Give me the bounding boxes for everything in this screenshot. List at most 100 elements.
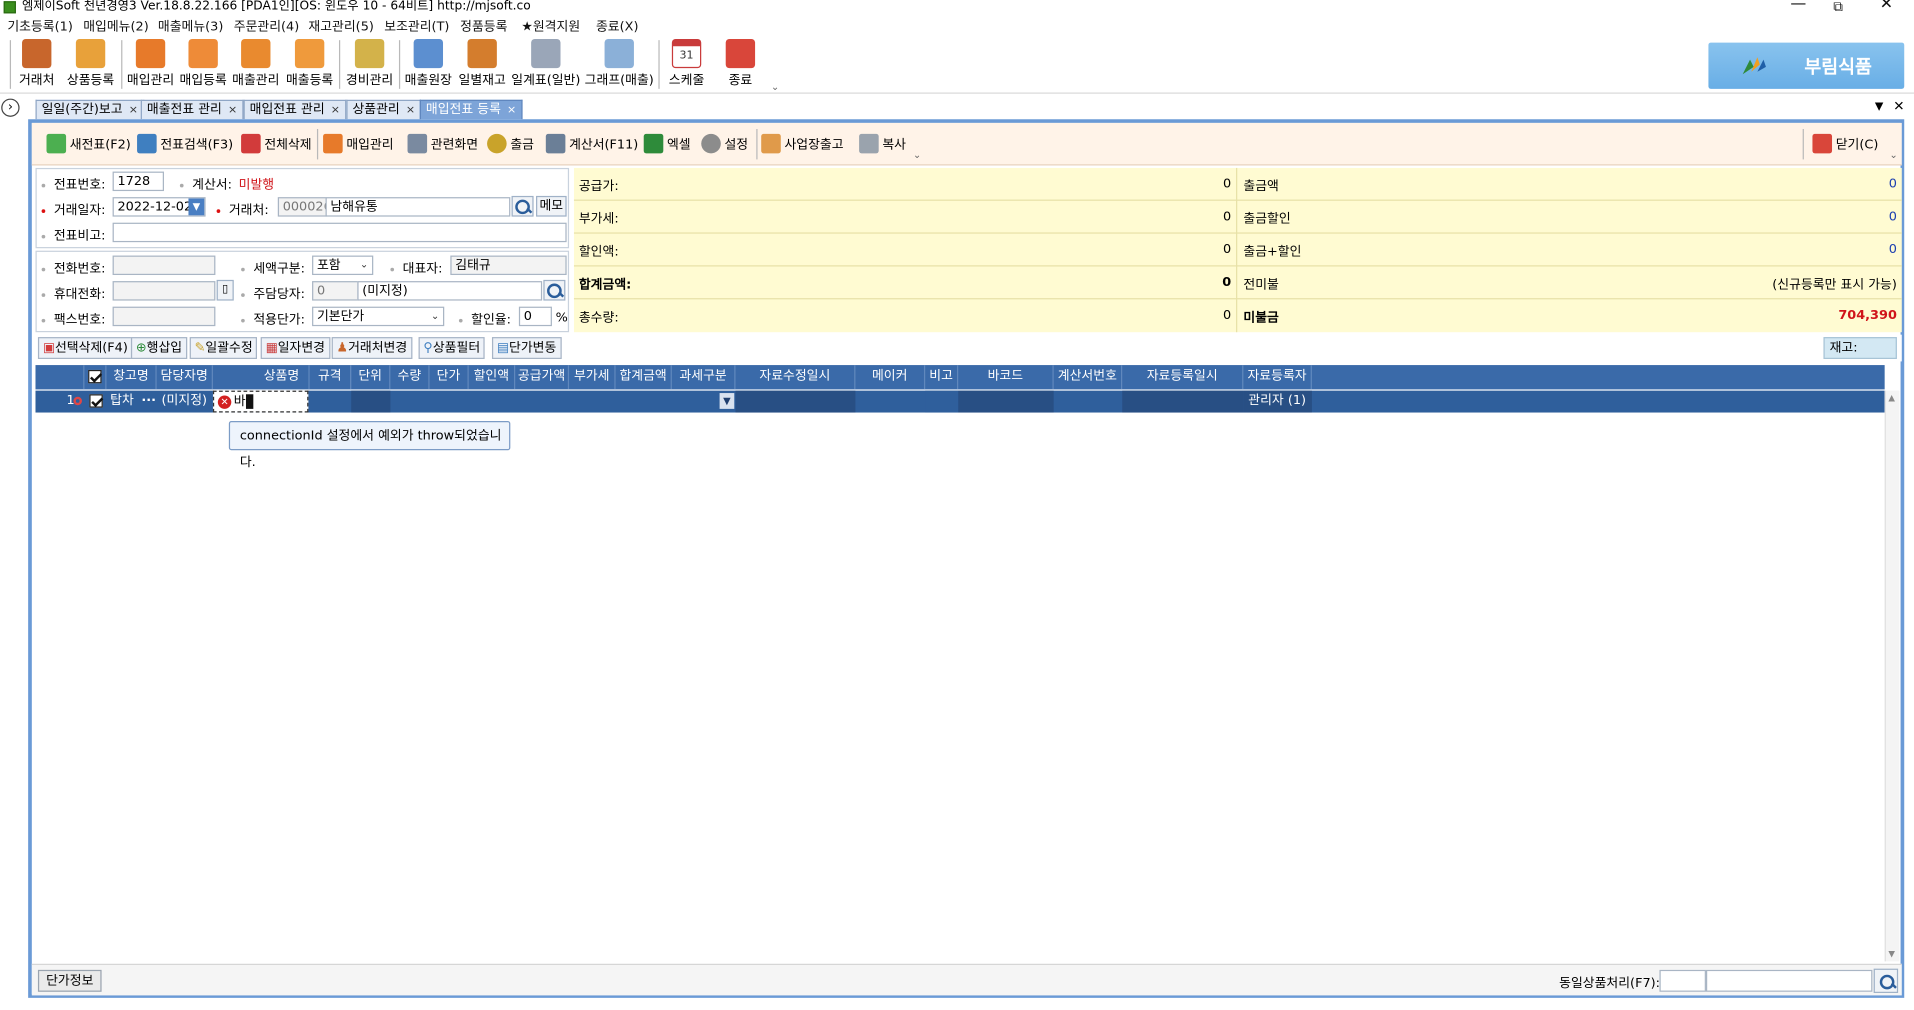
site-release-button[interactable]: 사업장출고 bbox=[761, 130, 844, 157]
close-window-button[interactable]: ✕ bbox=[1880, 0, 1893, 12]
date-picker-icon[interactable]: ▼ bbox=[188, 198, 205, 216]
discount-rate-field[interactable]: 0 bbox=[518, 306, 552, 327]
same-product-search-button[interactable] bbox=[1873, 968, 1899, 993]
mobile-sms-button[interactable]: ▯ bbox=[216, 279, 234, 301]
close-all-tabs-icon[interactable]: ✕ bbox=[1893, 99, 1904, 115]
tab-purchase-slip-register[interactable]: 매입전표 등록 × bbox=[419, 99, 523, 120]
unit-cell[interactable] bbox=[351, 390, 391, 413]
col-qty[interactable]: 수량 bbox=[390, 365, 430, 390]
invoice-print-button[interactable]: 계산서(F11) bbox=[545, 130, 638, 157]
tab-close-icon[interactable]: × bbox=[331, 105, 340, 117]
col-note[interactable]: 비고 bbox=[925, 365, 959, 390]
warehouse-cell[interactable]: 탑차 bbox=[106, 391, 143, 413]
note-cell[interactable] bbox=[925, 390, 959, 413]
toolbar-sales-ledger-button[interactable]: 매출원장 bbox=[403, 38, 454, 92]
col-manager[interactable]: 담당자명 bbox=[157, 365, 213, 390]
col-spec[interactable]: 규격 bbox=[308, 365, 352, 390]
memo-button[interactable]: 메모 bbox=[536, 195, 567, 217]
toolbar-client-button[interactable]: 거래처 bbox=[15, 38, 59, 92]
slip-note-field[interactable] bbox=[112, 222, 567, 243]
col-discount[interactable]: 할인액 bbox=[469, 365, 516, 390]
col-maker[interactable]: 메이커 bbox=[855, 365, 926, 390]
toolbar-daily-stock-button[interactable]: 일별재고 bbox=[456, 38, 507, 92]
chevron-down-icon[interactable]: ▼ bbox=[719, 393, 735, 409]
tab-sales-slip-manage[interactable]: 매출전표 관리 × bbox=[140, 99, 244, 120]
insert-row-button[interactable]: ⊕행삽입 bbox=[130, 337, 187, 359]
expand-panel-icon[interactable]: › bbox=[1, 98, 20, 117]
change-client-button[interactable]: ♟거래처변경 bbox=[331, 337, 413, 359]
toolbar-schedule-button[interactable]: 31 스케줄 bbox=[663, 38, 710, 92]
menu-license[interactable]: 정품등록 bbox=[460, 17, 507, 35]
related-screen-button[interactable]: 관련화면 bbox=[407, 130, 478, 157]
toolbar-exit-button[interactable]: 종료 bbox=[720, 38, 762, 92]
toolbar-sales-register-button[interactable]: 매출등록 bbox=[284, 38, 335, 92]
grid-vertical-scrollbar[interactable]: ▲ ▼ bbox=[1884, 390, 1900, 962]
settings-button[interactable]: 설정 bbox=[701, 130, 748, 157]
ceo-field[interactable]: 김태규 bbox=[450, 255, 567, 276]
excel-button[interactable]: 엑셀 bbox=[643, 130, 691, 157]
select-all-checkbox[interactable] bbox=[88, 369, 102, 383]
tax-type-cell[interactable]: ▼ bbox=[672, 391, 736, 413]
col-warehouse[interactable]: 창고명 bbox=[106, 365, 157, 390]
col-registrant[interactable]: 자료등록자 bbox=[1243, 365, 1312, 390]
col-select-all[interactable] bbox=[84, 365, 107, 390]
col-modified-at[interactable]: 자료수정일시 bbox=[736, 365, 856, 390]
change-date-button[interactable]: ▦일자변경 bbox=[260, 337, 330, 359]
tax-type-select[interactable]: 포함 ⌄ bbox=[312, 255, 374, 276]
manager-cell[interactable]: (미지정) bbox=[157, 391, 213, 413]
close-form-button[interactable]: 닫기(C) bbox=[1812, 130, 1878, 157]
client-name-field[interactable]: 남해유통 bbox=[325, 197, 511, 217]
price-info-button[interactable]: 단가정보 bbox=[37, 969, 102, 992]
row-checkbox[interactable] bbox=[88, 393, 103, 408]
delete-selected-button[interactable]: ▣선택삭제(F4) bbox=[37, 337, 133, 359]
trade-date-field[interactable]: 2022-12-02 ▼ bbox=[112, 197, 206, 217]
tab-product-manage[interactable]: 상품관리 × bbox=[346, 99, 422, 120]
slip-no-field[interactable]: 1728 bbox=[112, 171, 164, 192]
client-code-field[interactable]: 000026 bbox=[277, 197, 327, 217]
menu-aux[interactable]: 보조관리(T) bbox=[384, 17, 449, 35]
new-slip-button[interactable]: 새전표(F2) bbox=[46, 130, 131, 157]
col-supply-amount[interactable]: 공급가액 bbox=[515, 365, 570, 390]
col-price[interactable]: 단가 bbox=[430, 365, 469, 390]
product-edit-cell[interactable]: ✕ 바 bbox=[212, 390, 309, 413]
toolbar-purchase-manage-button[interactable]: 매입관리 bbox=[125, 38, 176, 92]
withdraw-button[interactable]: 출금 bbox=[487, 130, 534, 157]
table-row[interactable]: 1 탑차 ··· (미지정) ✕ 바 ▼ 관리자 (1) bbox=[35, 390, 1885, 413]
toolbar-graph-button[interactable]: 그래프(매출) bbox=[584, 38, 655, 92]
copy-button[interactable]: 복사 bbox=[859, 130, 906, 157]
delete-all-button[interactable]: 전체삭제 bbox=[241, 130, 312, 157]
tab-close-icon[interactable]: × bbox=[129, 105, 138, 117]
toolbar-purchase-register-button[interactable]: 매입등록 bbox=[177, 38, 228, 92]
toolbar-product-register-button[interactable]: 상품등록 bbox=[64, 38, 118, 92]
menu-purchase[interactable]: 매입메뉴(2) bbox=[83, 17, 148, 35]
col-barcode[interactable]: 바코드 bbox=[958, 365, 1054, 390]
menu-basic[interactable]: 기초등록(1) bbox=[7, 17, 72, 35]
same-product-search-input[interactable] bbox=[1705, 969, 1873, 992]
client-search-button[interactable] bbox=[511, 195, 534, 217]
toolbar-overflow-icon[interactable]: ⌄ bbox=[1890, 150, 1898, 161]
tab-close-icon[interactable]: × bbox=[406, 105, 415, 117]
phone-field[interactable] bbox=[112, 255, 216, 276]
price-type-select[interactable]: 기본단가 ⌄ bbox=[312, 306, 445, 327]
minimize-button[interactable]: — bbox=[1790, 0, 1806, 12]
tab-purchase-slip-manage[interactable]: 매입전표 관리 × bbox=[243, 99, 347, 120]
col-registered-at[interactable]: 자료등록일시 bbox=[1122, 365, 1244, 390]
same-product-select[interactable] bbox=[1659, 969, 1706, 992]
tab-close-icon[interactable]: × bbox=[228, 105, 237, 117]
menu-remote[interactable]: ★원격지원 bbox=[521, 17, 580, 35]
toolbar-expense-button[interactable]: 경비관리 bbox=[343, 38, 397, 92]
row-select-cell[interactable] bbox=[84, 391, 106, 413]
fax-field[interactable] bbox=[112, 306, 216, 327]
menu-order[interactable]: 주문관리(4) bbox=[234, 17, 299, 35]
scroll-up-icon[interactable]: ▲ bbox=[1888, 393, 1895, 403]
manager-code-field[interactable]: 0 bbox=[312, 281, 359, 301]
warehouse-more-button[interactable]: ··· bbox=[141, 391, 157, 413]
purchase-manage-button[interactable]: 매입관리 bbox=[323, 130, 394, 157]
mobile-field[interactable] bbox=[112, 281, 216, 301]
toolbar-overflow-icon[interactable]: ⌄ bbox=[913, 150, 921, 161]
tab-daily-report[interactable]: 일일(주간)보고 × bbox=[35, 99, 145, 120]
search-slip-button[interactable]: 전표검색(F3) bbox=[137, 130, 233, 157]
product-filter-button[interactable]: ⚲상품필터 bbox=[418, 337, 486, 359]
col-unit[interactable]: 단위 bbox=[351, 365, 391, 390]
col-total-amount[interactable]: 합계금액 bbox=[616, 365, 672, 390]
